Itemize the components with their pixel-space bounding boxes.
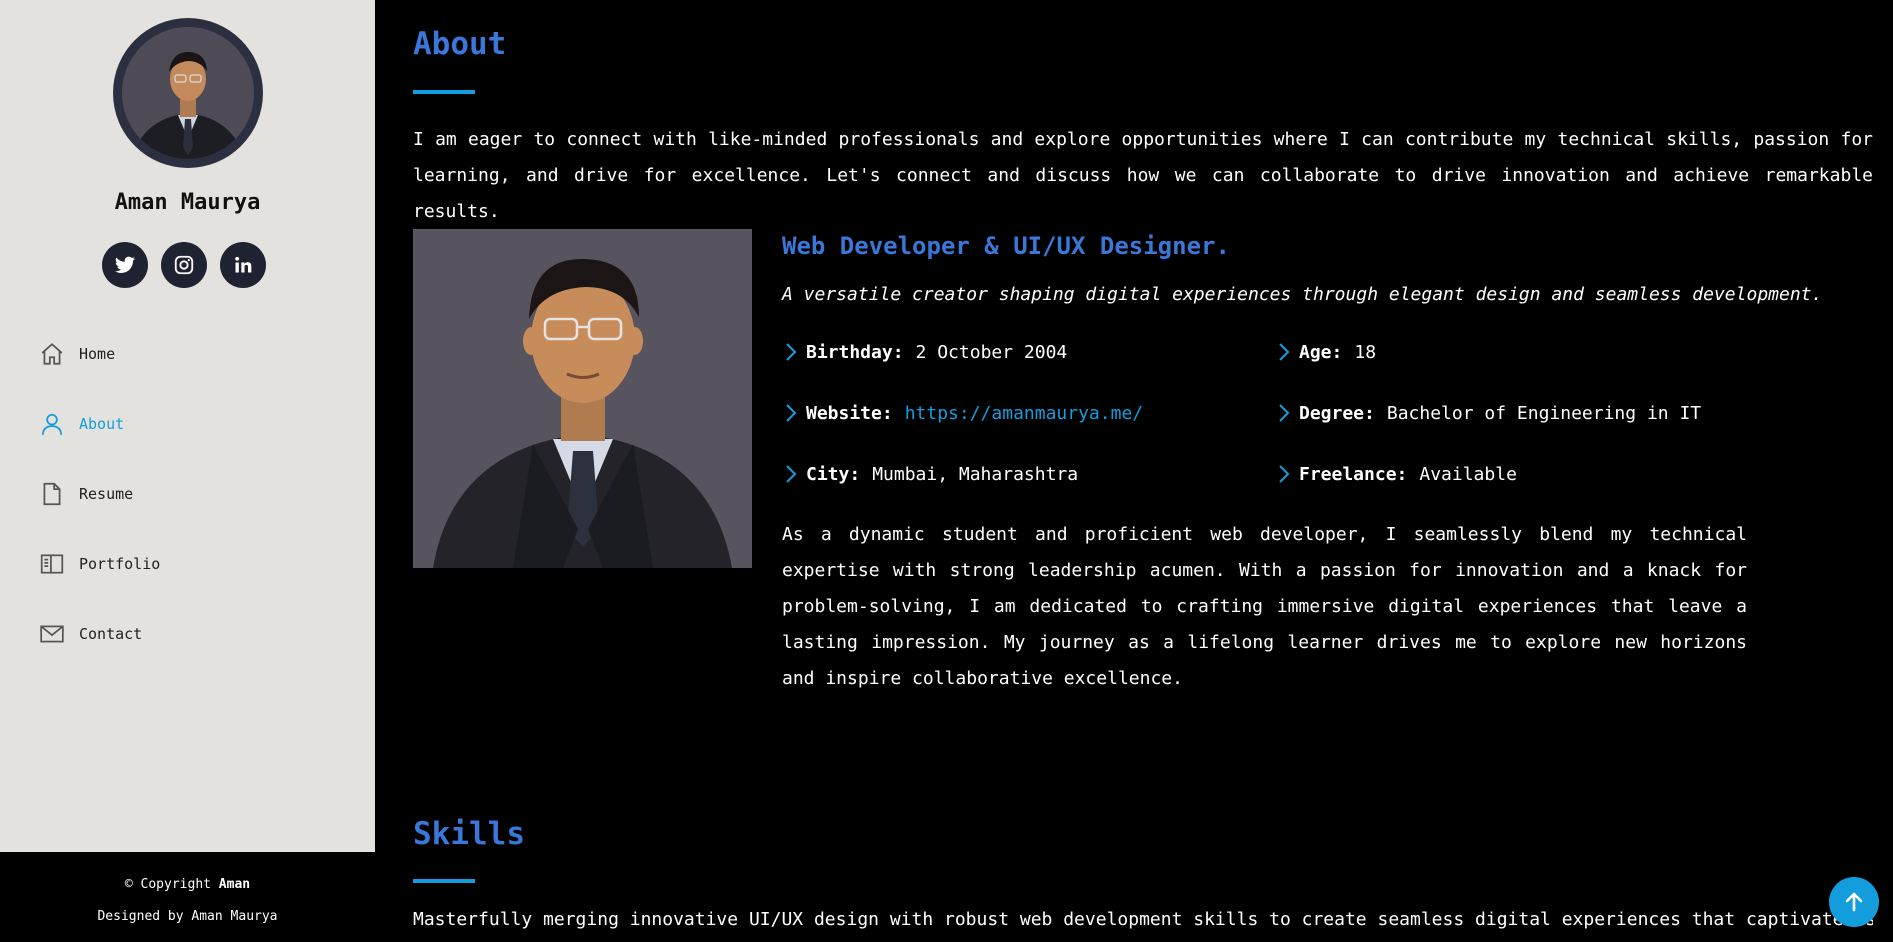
info-birthday: Birthday: 2 October 2004 <box>782 340 1067 364</box>
nav-item-resume[interactable]: Resume <box>38 476 160 512</box>
portfolio-icon <box>38 550 66 578</box>
skills-intro: Masterfully merging innovative UI/UX des… <box>413 909 1873 930</box>
envelope-icon <box>38 620 66 648</box>
footer: © Copyright Aman Designed by Aman Maurya <box>0 852 375 942</box>
back-to-top-button[interactable] <box>1829 877 1879 927</box>
city-value: Mumbai, Maharashtra <box>872 463 1079 485</box>
nav-menu: Home About Resume Portfolio Contact <box>38 336 160 686</box>
designed-by: Designed by Aman Maurya <box>97 909 278 924</box>
about-intro: I am eager to connect with like-minded p… <box>413 129 1873 222</box>
website-link[interactable]: https://amanmaurya.me/ <box>905 403 1143 424</box>
copyright-name: Aman <box>218 877 251 892</box>
nav-label-about: About <box>79 415 125 433</box>
social-links <box>102 242 266 288</box>
profile-name: Aman Maurya <box>114 190 261 215</box>
home-icon <box>38 340 66 368</box>
freelance-value: Available <box>1419 463 1517 485</box>
info-degree: Degree: Bachelor of Engineering in IT <box>1275 401 1701 425</box>
instagram-icon <box>174 255 194 275</box>
nav-label-home: Home <box>79 345 116 363</box>
info-city: City: Mumbai, Maharashtra <box>782 462 1078 486</box>
birthday-value: 2 October 2004 <box>915 341 1068 363</box>
role-title: Web Developer & UI/UX Designer. <box>782 232 1230 260</box>
twitter-icon <box>114 256 136 273</box>
about-bio: As a dynamic student and proficient web … <box>782 524 1747 689</box>
degree-label: Degree: <box>1299 402 1375 424</box>
copyright: © Copyright Aman <box>124 877 251 892</box>
about-photo <box>413 229 752 568</box>
info-freelance: Freelance: Available <box>1275 462 1517 486</box>
degree-value: Bachelor of Engineering in IT <box>1386 402 1702 424</box>
file-icon <box>38 480 66 508</box>
chevron-right-icon <box>782 401 800 425</box>
skills-title-underline <box>413 879 475 883</box>
chevron-right-icon <box>782 340 800 364</box>
age-value: 18 <box>1354 341 1377 363</box>
arrow-up-icon <box>1845 892 1863 912</box>
info-website: Website: https://amanmaurya.me/ <box>782 401 1143 425</box>
nav-label-resume: Resume <box>79 485 134 503</box>
nav-label-contact: Contact <box>79 625 143 643</box>
about-title: About <box>413 26 507 62</box>
instagram-link[interactable] <box>161 242 207 288</box>
chevron-right-icon <box>1275 462 1293 486</box>
sidebar: Aman Maurya Home About Resume Portfolio … <box>0 0 375 852</box>
nav-item-home[interactable]: Home <box>38 336 160 372</box>
tagline: A versatile creator shaping digital expe… <box>782 284 1823 305</box>
nav-item-contact[interactable]: Contact <box>38 616 160 652</box>
nav-item-about[interactable]: About <box>38 406 160 442</box>
nav-label-portfolio: Portfolio <box>79 555 161 573</box>
chevron-right-icon <box>782 462 800 486</box>
linkedin-link[interactable] <box>220 242 266 288</box>
skills-title: Skills <box>413 816 525 852</box>
age-label: Age: <box>1299 341 1343 363</box>
nav-item-portfolio[interactable]: Portfolio <box>38 546 160 582</box>
info-age: Age: 18 <box>1275 340 1376 364</box>
birthday-label: Birthday: <box>806 341 904 363</box>
city-label: City: <box>806 463 861 485</box>
profile-photo <box>122 27 254 159</box>
freelance-label: Freelance: <box>1299 463 1408 485</box>
about-title-underline <box>413 90 475 94</box>
main-content: About I am eager to connect with like-mi… <box>375 0 1893 942</box>
avatar <box>113 18 263 168</box>
twitter-link[interactable] <box>102 242 148 288</box>
chevron-right-icon <box>1275 401 1293 425</box>
linkedin-icon <box>235 256 252 273</box>
user-icon <box>38 410 66 438</box>
website-label: Website: <box>806 402 893 424</box>
chevron-right-icon <box>1275 340 1293 364</box>
